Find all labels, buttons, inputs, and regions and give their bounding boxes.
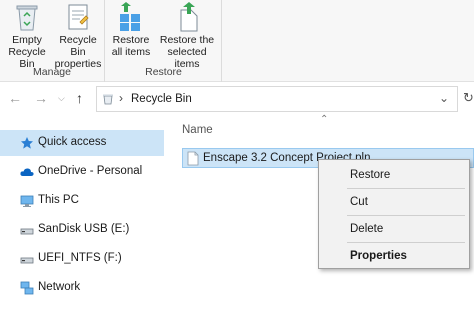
sort-ascending-icon: ⌃ <box>320 114 329 125</box>
menu-separator <box>347 215 465 216</box>
nav-item-sandisk-usb[interactable]: SanDisk USB (E:) <box>0 217 164 243</box>
nav-item-onedrive[interactable]: OneDrive - Personal <box>0 159 164 185</box>
restore-group: Restore all items Restore the selected i… <box>106 0 222 82</box>
recycle-bin-small-icon <box>103 94 113 105</box>
breadcrumb-path[interactable]: Recycle Bin <box>131 93 192 105</box>
manage-group: Empty Recycle Bin Recycle Bin properties… <box>0 0 105 82</box>
menu-item-cut[interactable]: Cut <box>319 191 469 213</box>
address-dropdown-icon[interactable]: ⌄ <box>439 91 449 105</box>
recent-chevron-icon[interactable]: ⌵ <box>58 93 65 104</box>
recycle-bin-properties-button[interactable]: Recycle Bin properties <box>53 2 103 70</box>
refresh-icon[interactable]: ↻ <box>463 90 474 106</box>
navigation-pane: Quick access OneDrive - Personal This PC… <box>0 120 170 331</box>
computer-icon <box>20 195 34 207</box>
star-icon <box>21 137 33 149</box>
back-arrow-icon[interactable]: ← <box>8 90 22 106</box>
restore-all-icon <box>120 2 140 31</box>
restore-selected-items-button[interactable]: Restore the selected items <box>154 2 220 70</box>
cloud-icon <box>20 168 34 176</box>
address-bar[interactable]: › Recycle Bin ⌄ <box>96 86 458 112</box>
navigation-bar: ← → ⌵ ↑ › Recycle Bin ⌄ ↻ <box>0 84 474 114</box>
restore-group-label: Restore <box>145 66 182 78</box>
context-menu: Restore Cut Delete Properties <box>318 159 470 269</box>
up-arrow-icon[interactable]: ↑ <box>76 90 83 106</box>
drive-icon <box>20 257 34 264</box>
nav-item-network[interactable]: Network <box>0 275 164 301</box>
file-icon <box>187 151 199 166</box>
column-header-name[interactable]: Name <box>182 124 213 136</box>
menu-separator <box>347 188 465 189</box>
recycle-bin-icon <box>16 5 38 31</box>
nav-item-uefi-ntfs[interactable]: UEFI_NTFS (F:) <box>0 246 164 272</box>
empty-recycle-bin-button[interactable]: Empty Recycle Bin <box>2 2 52 70</box>
drive-icon <box>20 228 34 235</box>
network-icon <box>20 281 34 295</box>
ribbon: Empty Recycle Bin Recycle Bin properties… <box>0 0 474 82</box>
nav-item-quick-access[interactable]: Quick access <box>0 130 164 156</box>
menu-item-restore[interactable]: Restore <box>319 164 469 186</box>
restore-all-items-button[interactable]: Restore all items <box>108 2 154 58</box>
restore-selected-icon <box>180 2 198 32</box>
forward-arrow-icon[interactable]: → <box>34 90 48 106</box>
properties-icon <box>68 4 89 30</box>
manage-group-label: Manage <box>33 66 71 78</box>
breadcrumb-chevron-icon[interactable]: › <box>119 91 123 105</box>
menu-separator <box>347 242 465 243</box>
menu-item-delete[interactable]: Delete <box>319 218 469 240</box>
menu-item-properties[interactable]: Properties <box>319 245 469 267</box>
nav-item-this-pc[interactable]: This PC <box>0 188 164 214</box>
